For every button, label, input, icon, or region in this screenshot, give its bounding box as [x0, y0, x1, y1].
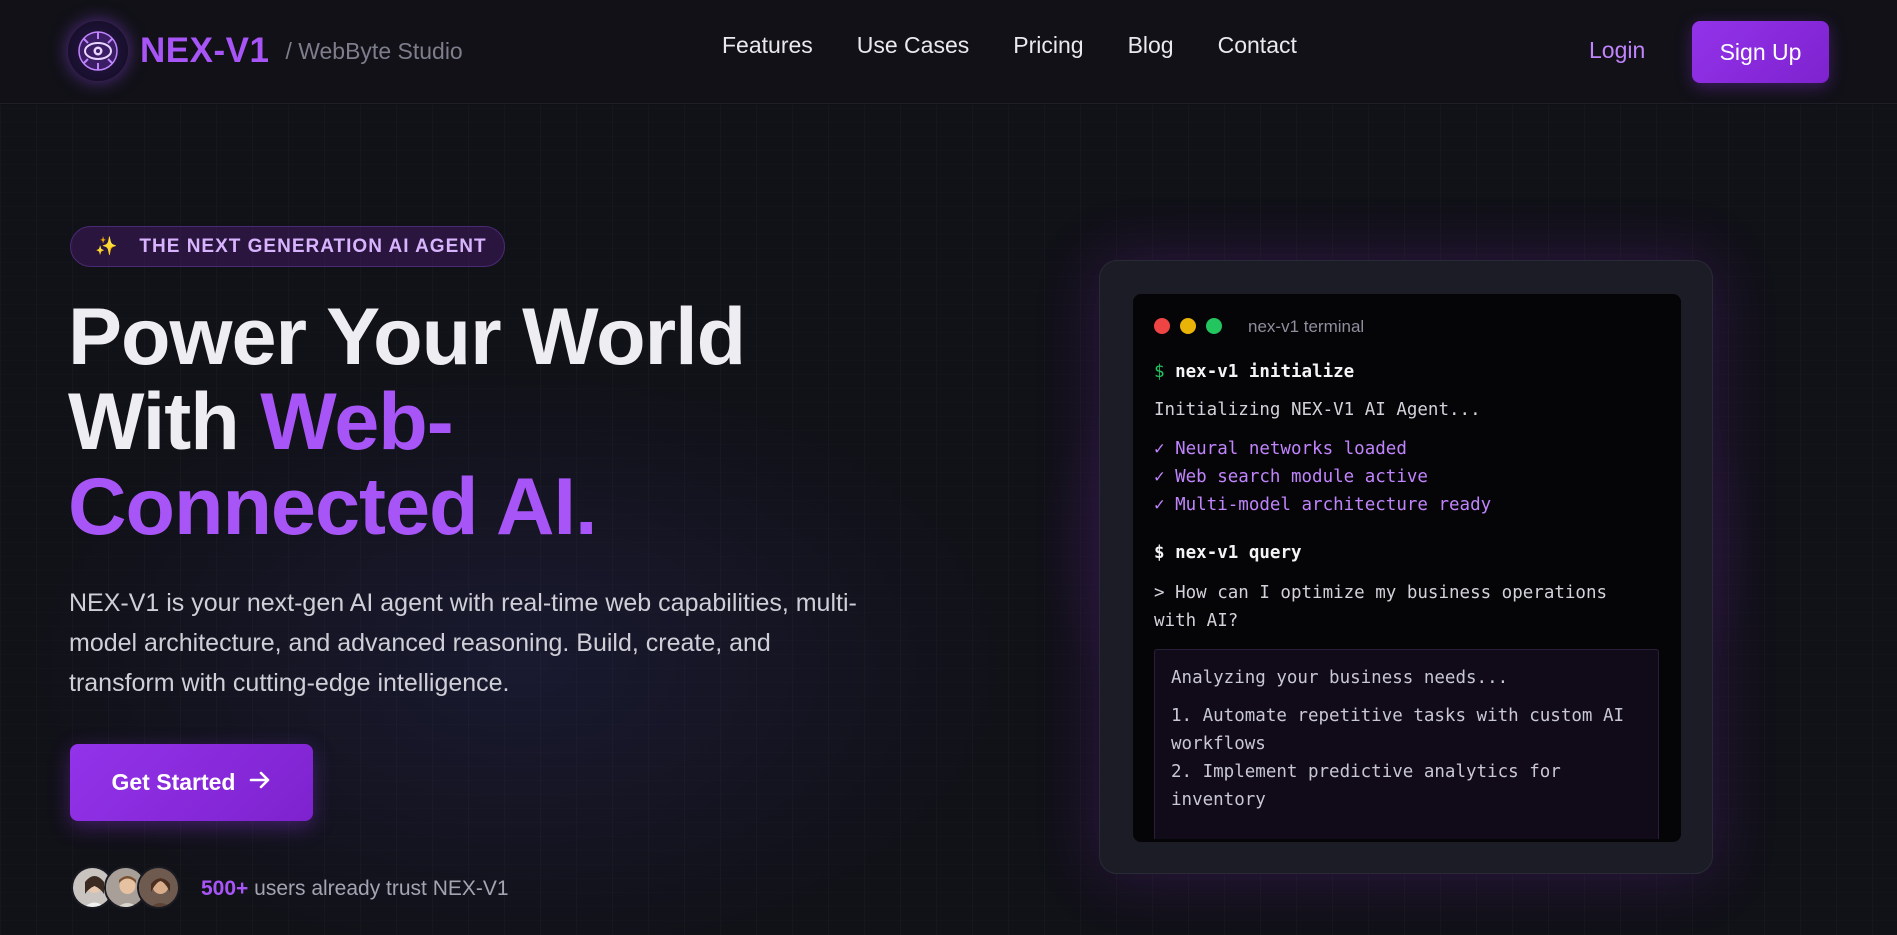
terminal-card: nex-v1 terminal $ nex-v1 initialize Init…	[1099, 260, 1713, 874]
hero-badge: ✨ THE NEXT GENERATION AI AGENT	[70, 226, 505, 267]
response-line: 1. Automate repetitive tasks with custom…	[1171, 706, 1625, 726]
headline-line-1: Power Your World	[68, 292, 746, 382]
top-navbar: NEX-V1 / WebByte Studio Features Use Cas…	[0, 0, 1897, 104]
terminal-line-cmd2: $ nex-v1 query	[1154, 543, 1302, 563]
headline-accent-1: Web-	[260, 377, 453, 467]
sparkles-icon: ✨	[95, 236, 118, 256]
user-avatars	[71, 866, 180, 909]
login-link[interactable]: Login	[1589, 37, 1645, 64]
avatar	[137, 866, 180, 909]
signup-button[interactable]: Sign Up	[1692, 21, 1829, 83]
window-controls	[1154, 318, 1222, 334]
terminal-title: nex-v1 terminal	[1248, 317, 1365, 336]
trust-text: 500+ users already trust NEX-V1	[201, 877, 509, 901]
trust-label: users already trust NEX-V1	[248, 877, 509, 900]
eye-logo-icon	[68, 21, 128, 81]
close-dot-icon	[1154, 318, 1170, 334]
badge-text: THE NEXT GENERATION AI AGENT	[139, 235, 487, 257]
terminal-line-cmd1: $ nex-v1 initialize	[1154, 362, 1354, 382]
terminal-window: nex-v1 terminal $ nex-v1 initialize Init…	[1133, 294, 1681, 842]
nav-link-features[interactable]: Features	[722, 32, 813, 59]
terminal-response-box: Analyzing your business needs... 1. Auto…	[1154, 649, 1659, 839]
nav-link-blog[interactable]: Blog	[1128, 32, 1174, 59]
terminal-line-init: Initializing NEX-V1 AI Agent...	[1154, 400, 1481, 420]
brand-name: NEX-V1	[140, 31, 270, 70]
response-line: inventory	[1171, 790, 1266, 810]
nav-link-contact[interactable]: Contact	[1218, 32, 1297, 59]
response-line: Analyzing your business needs...	[1171, 668, 1509, 688]
prompt-symbol: $	[1154, 543, 1165, 563]
hero-description: NEX-V1 is your next-gen AI agent with re…	[69, 589, 857, 697]
prompt-symbol: $	[1154, 362, 1165, 382]
response-line: workflows	[1171, 734, 1266, 754]
headline-line-2: With	[68, 377, 261, 467]
hero-headline: Power Your World With Web- Connected AI.	[68, 295, 888, 550]
get-started-label: Get Started	[111, 769, 236, 795]
maximize-dot-icon	[1206, 318, 1222, 334]
terminal-query-line-1: > How can I optimize my business operati…	[1154, 583, 1608, 603]
command-text: nex-v1 initialize	[1175, 362, 1355, 382]
terminal-check-1: ✓ Neural networks loaded	[1154, 439, 1407, 459]
nav-link-pricing[interactable]: Pricing	[1013, 32, 1083, 59]
command-text: nex-v1 query	[1175, 543, 1302, 563]
get-started-button[interactable]: Get Started	[70, 744, 313, 821]
nav-links: Features Use Cases Pricing Blog Contact	[722, 32, 1297, 59]
terminal-query-line-2: with AI?	[1154, 611, 1239, 631]
terminal-check-2: ✓ Web search module active	[1154, 467, 1428, 487]
arrow-right-icon	[249, 769, 271, 796]
nav-link-use-cases[interactable]: Use Cases	[857, 32, 969, 59]
studio-name: / WebByte Studio	[285, 37, 463, 64]
minimize-dot-icon	[1180, 318, 1196, 334]
terminal-check-3: ✓ Multi-model architecture ready	[1154, 495, 1492, 515]
response-line: 2. Implement predictive analytics for	[1171, 762, 1561, 782]
headline-accent-2: Connected AI.	[68, 462, 598, 552]
trust-count: 500+	[201, 877, 249, 900]
hero-section: ✨ THE NEXT GENERATION AI AGENT Power You…	[0, 105, 1897, 935]
brand-logo[interactable]: NEX-V1 / WebByte Studio	[68, 20, 463, 82]
